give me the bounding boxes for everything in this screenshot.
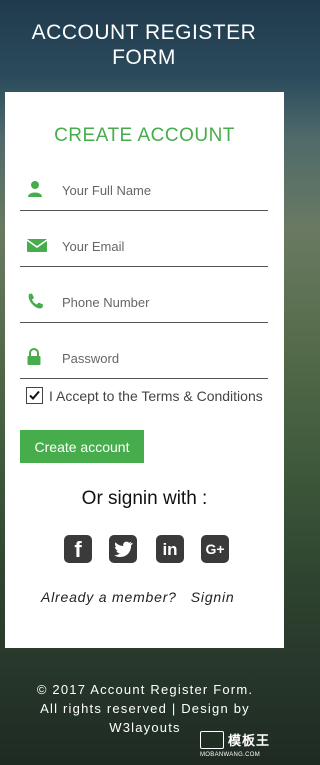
page-title-line1: ACCOUNT REGISTER <box>31 21 257 44</box>
terms-checkbox[interactable] <box>26 387 43 404</box>
envelope-icon <box>26 236 48 256</box>
user-icon <box>26 180 46 200</box>
google-plus-icon[interactable]: G+ <box>201 535 229 563</box>
footer: © 2017 Account Register Form. All rights… <box>14 680 276 737</box>
phone-icon <box>26 292 46 312</box>
lock-icon <box>26 348 46 368</box>
facebook-icon[interactable]: f <box>64 535 92 563</box>
page-title-line2: FORM <box>112 46 176 69</box>
full-name-field <box>20 170 268 211</box>
linkedin-glyph: in <box>162 540 178 559</box>
phone-field <box>20 282 268 323</box>
watermark-text: 模板王 <box>228 733 271 748</box>
register-card: CREATE ACCOUNT I Accept to the Terms & C… <box>5 92 284 648</box>
watermark-logo: 模板王 MOBANWANG.COM <box>200 730 284 762</box>
page-title: ACCOUNT REGISTER FORM <box>0 20 288 70</box>
signin-link[interactable]: Signin <box>191 589 235 605</box>
full-name-input[interactable] <box>60 178 264 202</box>
terms-label: I Accept to the Terms & Conditions <box>49 388 263 404</box>
footer-line2: All rights reserved | Design by <box>40 701 250 716</box>
watermark-box-icon <box>200 731 224 749</box>
check-icon <box>29 390 40 400</box>
twitter-icon[interactable] <box>109 535 137 563</box>
password-field <box>20 338 268 379</box>
google-plus-glyph: G+ <box>205 541 225 557</box>
form-heading: CREATE ACCOUNT <box>54 125 235 146</box>
facebook-glyph: f <box>74 537 82 562</box>
already-member-text: Already a member? <box>41 589 177 605</box>
create-account-button[interactable]: Create account <box>20 430 144 463</box>
watermark-subtext: MOBANWANG.COM <box>200 752 261 758</box>
email-input[interactable] <box>60 234 264 258</box>
linkedin-icon[interactable]: in <box>156 535 184 563</box>
email-field <box>20 226 268 267</box>
terms-row: I Accept to the Terms & Conditions <box>26 386 286 408</box>
or-signin-text: Or signin with : <box>81 488 208 509</box>
password-input[interactable] <box>60 346 264 370</box>
already-member-row: Already a member? Signin <box>41 589 234 605</box>
footer-line1: © 2017 Account Register Form. <box>36 682 254 697</box>
twitter-bird-shape <box>114 541 133 557</box>
phone-input[interactable] <box>60 290 264 314</box>
